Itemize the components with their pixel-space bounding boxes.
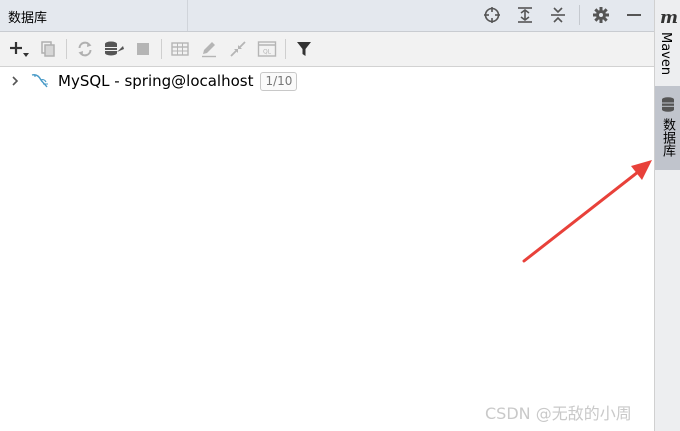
toolbar-divider bbox=[66, 39, 67, 59]
mysql-icon bbox=[30, 71, 50, 91]
panel-title: 数据库 bbox=[8, 11, 48, 26]
minimize-icon[interactable] bbox=[622, 3, 646, 27]
toolbar-divider bbox=[161, 39, 162, 59]
refresh-icon[interactable] bbox=[72, 36, 98, 62]
collapse-all-icon[interactable] bbox=[546, 3, 570, 27]
filter-icon[interactable] bbox=[291, 36, 317, 62]
tool-tab-label: 数据库 bbox=[660, 118, 675, 157]
expand-all-icon[interactable] bbox=[513, 3, 537, 27]
stop-icon[interactable] bbox=[130, 36, 156, 62]
table-icon[interactable] bbox=[167, 36, 193, 62]
gear-icon[interactable] bbox=[589, 3, 613, 27]
tree-item-datasource[interactable]: MySQL - spring@localhost 1/10 bbox=[0, 69, 298, 93]
sql-console-icon[interactable]: QL bbox=[254, 36, 280, 62]
database-tree: MySQL - spring@localhost 1/10 bbox=[0, 67, 654, 431]
tool-tab-database[interactable]: 数据库 bbox=[655, 86, 680, 170]
svg-text:QL: QL bbox=[263, 49, 272, 56]
datasource-badge: 1/10 bbox=[260, 71, 298, 91]
watermark-text: CSDN @无敌的小周 bbox=[485, 404, 632, 423]
crosshair-icon[interactable] bbox=[480, 3, 504, 27]
database-toolbar: QL bbox=[0, 32, 654, 67]
toolbar-divider bbox=[285, 39, 286, 59]
title-icons-divider bbox=[579, 5, 580, 25]
panel-title-bar: 数据库 bbox=[0, 0, 654, 32]
datasource-label: MySQL - spring@localhost bbox=[58, 72, 254, 90]
duplicate-icon[interactable] bbox=[35, 36, 61, 62]
title-actions bbox=[471, 3, 646, 27]
right-tool-strip: m Maven 数据库 bbox=[654, 0, 680, 431]
chevron-right-icon[interactable] bbox=[8, 74, 22, 88]
schema-icon[interactable] bbox=[101, 36, 127, 62]
jump-icon[interactable] bbox=[225, 36, 251, 62]
add-icon[interactable] bbox=[6, 36, 32, 62]
tool-tab-maven[interactable]: m Maven bbox=[655, 6, 680, 84]
maven-icon: m bbox=[660, 8, 678, 28]
database-icon bbox=[660, 96, 676, 118]
edit-icon[interactable] bbox=[196, 36, 222, 62]
tool-tab-label: Maven bbox=[658, 32, 673, 76]
title-divider bbox=[187, 0, 188, 31]
